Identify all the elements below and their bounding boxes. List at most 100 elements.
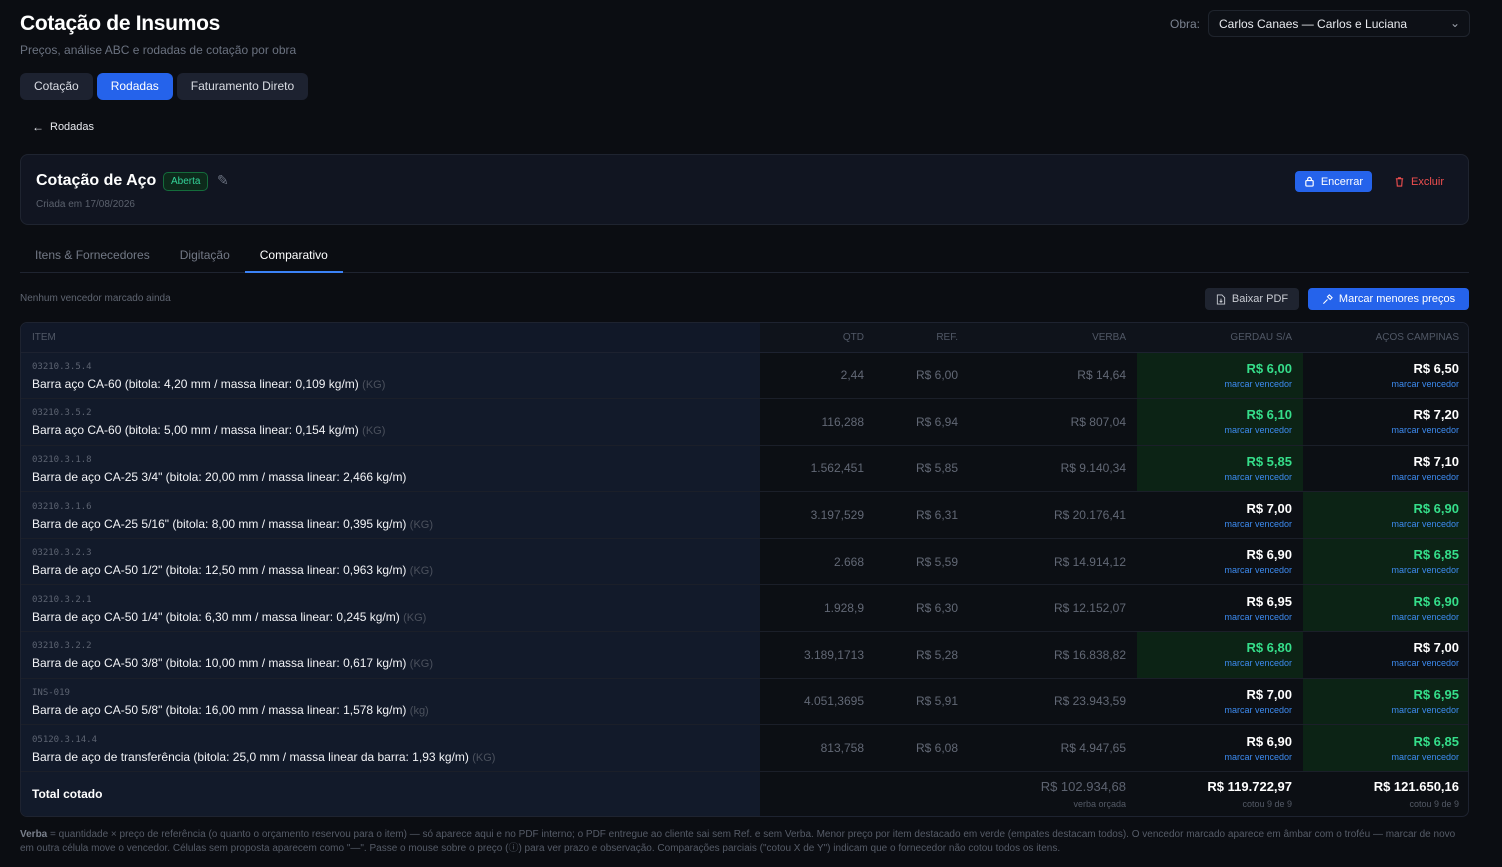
comparison-table: ITEM QTD REF. VERBA GERDAU S/A AÇOS CAMP…: [20, 322, 1469, 817]
pencil-icon[interactable]: ✎: [217, 172, 229, 189]
price-cell-supplier-1[interactable]: R$ 7,00 marcar vencedor: [1137, 678, 1303, 726]
table-row: 05120.3.14.4 Barra de aço de transferênci…: [21, 724, 1468, 772]
ref-cell: R$ 5,85: [875, 445, 969, 493]
qtd-cell: 3.197,529: [760, 491, 875, 539]
total-supplier-1-sub: cotou 9 de 9: [1242, 798, 1292, 809]
mark-winner-link[interactable]: marcar vencedor: [1314, 566, 1459, 575]
total-verba-sub: verba orçada: [1073, 798, 1126, 809]
mark-winner-link[interactable]: marcar vencedor: [1148, 426, 1292, 435]
item-description: Barra aço CA-60 (bitola: 4,20 mm / massa…: [32, 376, 359, 391]
price-cell-supplier-1[interactable]: R$ 6,00 marcar vencedor: [1137, 352, 1303, 400]
created-date: Criada em 17/08/2026: [36, 199, 135, 210]
tab-rodadas[interactable]: Rodadas: [96, 73, 173, 100]
qtd-cell: 1.562,451: [760, 445, 875, 493]
obra-select[interactable]: Carlos Canaes — Carlos e Luciana ⌄: [1208, 10, 1470, 37]
table-row: INS-019 Barra de aço CA-50 5/8" (bitola: …: [21, 678, 1468, 726]
price-cell-supplier-1[interactable]: R$ 6,90 marcar vencedor: [1137, 538, 1303, 586]
qtd-cell: 813,758: [760, 724, 875, 772]
mark-winner-link[interactable]: marcar vencedor: [1148, 379, 1292, 389]
price-cell-supplier-1[interactable]: R$ 7,00 marcar vencedor: [1137, 491, 1303, 539]
total-verba-value: R$ 102.934,68: [1040, 778, 1126, 794]
price-value: R$ 6,50: [1413, 360, 1459, 376]
page-title: Cotação de Insumos: [20, 12, 220, 35]
price-cell-supplier-1[interactable]: R$ 6,80 marcar vencedor: [1137, 631, 1303, 679]
price-cell-supplier-1[interactable]: R$ 6,95 marcar vencedor: [1137, 584, 1303, 633]
price-cell-supplier-2[interactable]: R$ 7,10 marcar vencedor: [1303, 445, 1468, 493]
mark-winner-link[interactable]: marcar vencedor: [1314, 379, 1459, 389]
item-unit: (kg): [409, 704, 429, 717]
mark-winner-link[interactable]: marcar vencedor: [1148, 752, 1292, 762]
price-value: R$ 6,85: [1413, 733, 1459, 749]
verba-cell: R$ 9.140,34: [969, 445, 1137, 493]
item-unit: (KG): [409, 518, 434, 531]
tab-digitacao[interactable]: Digitação: [165, 238, 245, 273]
item-code: INS-019: [32, 687, 70, 698]
price-cell-supplier-2[interactable]: R$ 7,20 marcar vencedor: [1303, 398, 1468, 446]
chevron-down-icon: ⌄: [1449, 16, 1460, 30]
download-pdf-label: Baixar PDF: [1231, 293, 1289, 305]
price-cell-supplier-2[interactable]: R$ 6,95 marcar vencedor: [1303, 678, 1468, 726]
page-subtitle: Preços, análise ABC e rodadas de cotação…: [20, 43, 297, 57]
mark-winner-link[interactable]: marcar vencedor: [1314, 472, 1459, 482]
mark-winner-link[interactable]: marcar vencedor: [1314, 705, 1459, 715]
price-value: R$ 6,90: [1246, 547, 1292, 563]
total-supplier-2-sub: cotou 9 de 9: [1409, 798, 1459, 809]
price-value: R$ 6,90: [1246, 733, 1292, 749]
footnote-term: Verba: [20, 829, 48, 840]
item-code: 03210.3.5.2: [32, 408, 92, 419]
close-round-label: Encerrar: [1320, 175, 1363, 188]
table-header-row: ITEM QTD REF. VERBA GERDAU S/A AÇOS CAMP…: [21, 323, 1468, 353]
price-value: R$ 6,80: [1246, 640, 1292, 656]
mark-winner-link[interactable]: marcar vencedor: [1314, 519, 1459, 529]
mark-lowest-prices-button[interactable]: Marcar menores preços: [1308, 288, 1469, 310]
mark-winner-link[interactable]: marcar vencedor: [1148, 566, 1292, 575]
delete-round-button[interactable]: Excluir: [1392, 171, 1446, 192]
verba-cell: R$ 16.838,82: [969, 631, 1137, 679]
total-qtd-empty: [760, 771, 875, 816]
mark-winner-link[interactable]: marcar vencedor: [1148, 659, 1292, 668]
download-pdf-button[interactable]: Baixar PDF: [1205, 288, 1299, 310]
round-card: Cotação de Aço Aberta ✎ Criada em 17/08/…: [20, 154, 1469, 225]
verba-cell: R$ 20.176,41: [969, 491, 1137, 539]
mark-winner-link[interactable]: marcar vencedor: [1314, 659, 1459, 668]
mark-winner-link[interactable]: marcar vencedor: [1148, 472, 1292, 482]
price-value: R$ 7,20: [1413, 407, 1459, 423]
price-cell-supplier-1[interactable]: R$ 6,90 marcar vencedor: [1137, 724, 1303, 772]
ref-cell: R$ 6,94: [875, 398, 969, 446]
lock-icon: [1305, 176, 1314, 187]
mark-winner-link[interactable]: marcar vencedor: [1148, 519, 1292, 529]
price-value: R$ 7,00: [1246, 686, 1292, 702]
price-cell-supplier-2[interactable]: R$ 6,85 marcar vencedor: [1303, 538, 1468, 586]
mark-winner-link[interactable]: marcar vencedor: [1314, 612, 1459, 622]
item-code: 03210.3.1.8: [32, 454, 92, 465]
table-row: 03210.3.1.8 Barra de aço CA-25 3/4" (bito…: [21, 445, 1468, 493]
mark-winner-link[interactable]: marcar vencedor: [1314, 752, 1459, 762]
col-header-verba: VERBA: [969, 323, 1137, 353]
tab-itens-fornecedores[interactable]: Itens & Fornecedores: [20, 238, 165, 273]
qtd-cell: 3.189,1713: [760, 631, 875, 679]
obra-label: Obra:: [1169, 17, 1200, 31]
close-round-button[interactable]: Encerrar: [1294, 171, 1372, 192]
item-description: Barra de aço de transferência (bitola: 2…: [32, 749, 469, 764]
price-cell-supplier-2[interactable]: R$ 7,00 marcar vencedor: [1303, 631, 1468, 679]
total-supplier-1-value: R$ 119.722,97: [1207, 778, 1292, 794]
price-cell-supplier-2[interactable]: R$ 6,90 marcar vencedor: [1303, 491, 1468, 539]
verba-cell: R$ 12.152,07: [969, 584, 1137, 633]
delete-round-label: Excluir: [1410, 175, 1444, 188]
back-link[interactable]: ← Rodadas: [32, 120, 94, 134]
tab-cotacao[interactable]: Cotação: [20, 73, 93, 100]
col-header-supplier-1: GERDAU S/A: [1137, 323, 1303, 353]
item-code: 03210.3.1.6: [32, 501, 92, 512]
mark-winner-link[interactable]: marcar vencedor: [1148, 705, 1292, 715]
price-cell-supplier-2[interactable]: R$ 6,90 marcar vencedor: [1303, 584, 1468, 633]
tab-faturamento-direto[interactable]: Faturamento Direto: [176, 73, 309, 100]
price-cell-supplier-2[interactable]: R$ 6,50 marcar vencedor: [1303, 352, 1468, 400]
item-cell: 03210.3.2.2 Barra de aço CA-50 3/8" (bito…: [21, 631, 760, 679]
price-cell-supplier-1[interactable]: R$ 5,85 marcar vencedor: [1137, 445, 1303, 493]
ref-cell: R$ 6,31: [875, 491, 969, 539]
tab-comparativo[interactable]: Comparativo: [244, 238, 343, 273]
mark-winner-link[interactable]: marcar vencedor: [1314, 426, 1459, 435]
mark-winner-link[interactable]: marcar vencedor: [1148, 612, 1292, 622]
price-cell-supplier-1[interactable]: R$ 6,10 marcar vencedor: [1137, 398, 1303, 446]
price-cell-supplier-2[interactable]: R$ 6,85 marcar vencedor: [1303, 724, 1468, 772]
